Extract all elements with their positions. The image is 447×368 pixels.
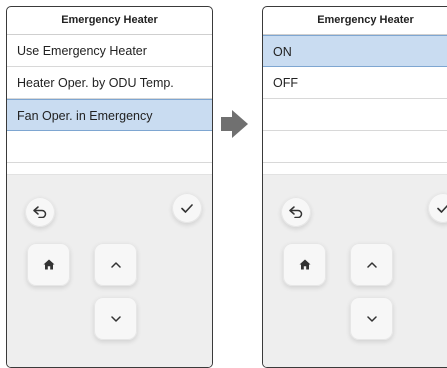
confirm-button[interactable] [428,193,447,223]
menu-item-use-emergency-heater[interactable]: Use Emergency Heater [7,35,212,67]
option-on[interactable]: ON [263,35,447,67]
chevron-down-icon [366,315,377,322]
menu-item-fan-oper-in-emergency[interactable]: Fan Oper. in Emergency [7,99,212,131]
transition-arrow-icon [232,110,248,138]
left-controller-screen: Emergency Heater Use Emergency Heater He… [6,6,213,368]
check-icon [181,203,193,213]
option-label: ON [273,45,292,59]
option-list: ON OFF [263,35,447,163]
back-button[interactable] [25,197,55,227]
option-label: OFF [273,76,298,90]
up-button[interactable] [94,243,137,286]
menu-item-empty [7,131,212,163]
right-controller-screen: Emergency Heater ON OFF [262,6,447,368]
up-button[interactable] [350,243,393,286]
home-button[interactable] [27,243,70,286]
menu-item-label: Heater Oper. by ODU Temp. [17,76,174,90]
screen-title: Emergency Heater [263,7,447,35]
chevron-down-icon [110,315,121,322]
chevron-up-icon [366,261,377,268]
option-empty [263,99,447,131]
menu-list: Use Emergency Heater Heater Oper. by ODU… [7,35,212,163]
keypad [7,174,212,367]
home-icon [43,259,54,270]
menu-item-heater-oper-by-odu-temp[interactable]: Heater Oper. by ODU Temp. [7,67,212,99]
down-button[interactable] [94,297,137,340]
screen-title: Emergency Heater [7,7,212,35]
confirm-button[interactable] [172,193,202,223]
option-empty [263,131,447,163]
menu-item-label: Fan Oper. in Emergency [17,109,153,123]
chevron-up-icon [110,261,121,268]
back-arrow-icon [33,206,47,218]
home-button[interactable] [283,243,326,286]
option-off[interactable]: OFF [263,67,447,99]
menu-item-label: Use Emergency Heater [17,44,147,58]
back-button[interactable] [281,197,311,227]
down-button[interactable] [350,297,393,340]
keypad [263,174,447,367]
back-arrow-icon [289,206,303,218]
home-icon [299,259,310,270]
check-icon [437,204,447,213]
